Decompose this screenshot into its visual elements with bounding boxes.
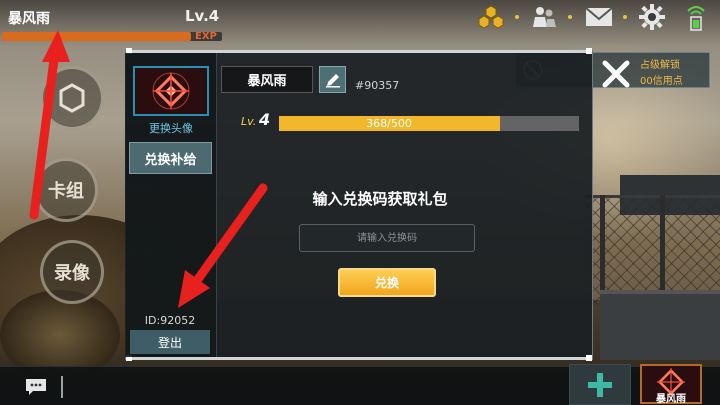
unlock-cost-text: 00信用点: [640, 76, 683, 87]
separator-dot: [515, 15, 519, 19]
edit-name-button[interactable]: [319, 66, 346, 93]
avatar[interactable]: [133, 66, 209, 116]
crate-silhouette: [600, 290, 720, 360]
chat-button[interactable]: [24, 378, 48, 396]
redeem-heading: 输入兑换码获取礼包: [312, 190, 448, 208]
dialog-corner: [586, 355, 592, 361]
chain-link-fence: [585, 195, 720, 305]
unlock-level-text: 占级解锁: [640, 60, 680, 71]
tab-redeem-supplies[interactable]: 兑换补给: [129, 142, 212, 174]
level-progress-bar: 368/500: [279, 116, 579, 131]
player-name-field: 暴风雨: [221, 66, 313, 93]
player-level: Lv.4: [185, 7, 220, 25]
crosshair-emblem-icon: [136, 68, 206, 114]
wifi-battery-icon: [680, 3, 712, 31]
settings-hex-button[interactable]: [40, 66, 104, 130]
player-tag: #90357: [355, 79, 400, 92]
level-prefix: Lv.: [241, 115, 257, 128]
gear-icon[interactable]: [636, 3, 668, 31]
exp-bar-fill: [2, 32, 192, 41]
user-id: ID:92052: [144, 314, 196, 327]
player-name[interactable]: 暴风雨: [8, 8, 50, 28]
friends-icon[interactable]: [528, 3, 560, 31]
logout-button[interactable]: 登出: [130, 330, 210, 354]
add-button[interactable]: [569, 364, 631, 405]
fence-post: [600, 195, 605, 305]
redeem-button[interactable]: 兑换: [338, 268, 436, 297]
hexagon-icon: [59, 83, 85, 113]
dialog-corner: [586, 48, 592, 54]
cards-button[interactable]: 卡组: [34, 158, 98, 222]
replay-button[interactable]: 录像: [40, 240, 104, 304]
exp-label: EXP: [195, 31, 217, 42]
chat-divider: [61, 376, 63, 398]
close-icon: [602, 60, 630, 88]
level-progress-text: 368/500: [366, 117, 412, 130]
mail-icon[interactable]: [583, 3, 615, 31]
mini-avatar-name: 暴风雨: [656, 394, 686, 405]
exp-bar: [2, 32, 222, 41]
change-avatar-link[interactable]: 更换头像: [133, 120, 209, 136]
dialog-bottom-border: [128, 357, 590, 360]
fence-post: [660, 195, 665, 305]
separator-dot: [568, 15, 572, 19]
close-button[interactable]: [596, 57, 636, 91]
separator-dot: [623, 15, 627, 19]
pencil-icon: [325, 73, 340, 87]
level-number: 4: [259, 110, 271, 129]
hexagon-resources-icon[interactable]: [475, 3, 507, 31]
chat-bubble-icon: [26, 379, 46, 395]
plus-icon: [588, 372, 612, 397]
redeem-code-input[interactable]: [299, 224, 475, 252]
